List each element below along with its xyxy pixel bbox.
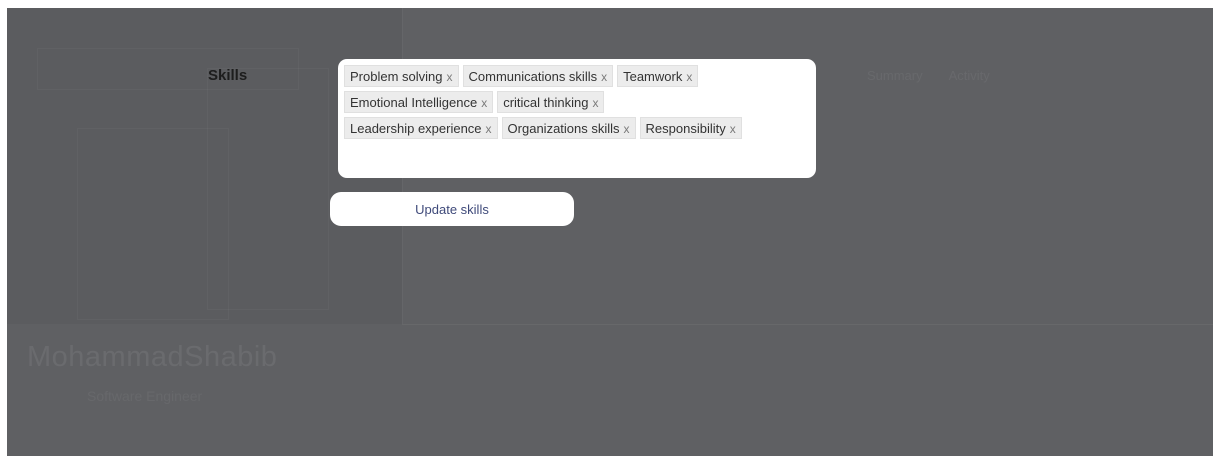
skill-tag: Organizations skills x [501, 117, 636, 139]
tab-activity: Activity [948, 68, 990, 83]
remove-tag-icon[interactable]: x [730, 122, 736, 136]
new-skill-input[interactable] [344, 143, 810, 169]
skill-tag: Emotional Intelligence x [344, 91, 494, 113]
remove-tag-icon[interactable]: x [447, 70, 453, 84]
skill-tag: Communications skills x [462, 65, 614, 87]
skill-tag: Leadership experience x [344, 117, 498, 139]
remove-tag-icon[interactable]: x [592, 96, 598, 110]
skills-label: Skills [208, 67, 248, 84]
profile-name: MohammadShabib [27, 341, 278, 373]
remove-tag-icon[interactable]: x [624, 122, 630, 136]
skill-tag: Responsibility x [639, 117, 742, 139]
skills-tag-input[interactable]: Problem solving x Communications skills … [338, 59, 816, 178]
skill-tag-label: Organizations skills [507, 120, 620, 136]
skill-tag-label: Responsibility [645, 120, 726, 136]
profile-role: Software Engineer [87, 388, 203, 404]
section-divider [402, 324, 1213, 325]
skill-tag-label: Teamwork [623, 68, 683, 84]
update-skills-button[interactable]: Update skills [330, 192, 574, 226]
skill-tag: Teamwork x [617, 65, 699, 87]
skill-tag-label: critical thinking [503, 94, 589, 110]
skill-tag-label: Communications skills [468, 68, 598, 84]
remove-tag-icon[interactable]: x [601, 70, 607, 84]
tab-summary: Summary [867, 68, 923, 83]
skill-tag: Problem solving x [344, 65, 459, 87]
remove-tag-icon[interactable]: x [481, 96, 487, 110]
remove-tag-icon[interactable]: x [486, 122, 492, 136]
profile-tabs: Summary Activity [867, 68, 990, 83]
remove-tag-icon[interactable]: x [686, 70, 692, 84]
skill-tag-label: Problem solving [350, 68, 443, 84]
skill-tag-label: Emotional Intelligence [350, 94, 478, 110]
skill-tag-label: Leadership experience [350, 120, 482, 136]
skill-tag: critical thinking x [497, 91, 605, 113]
